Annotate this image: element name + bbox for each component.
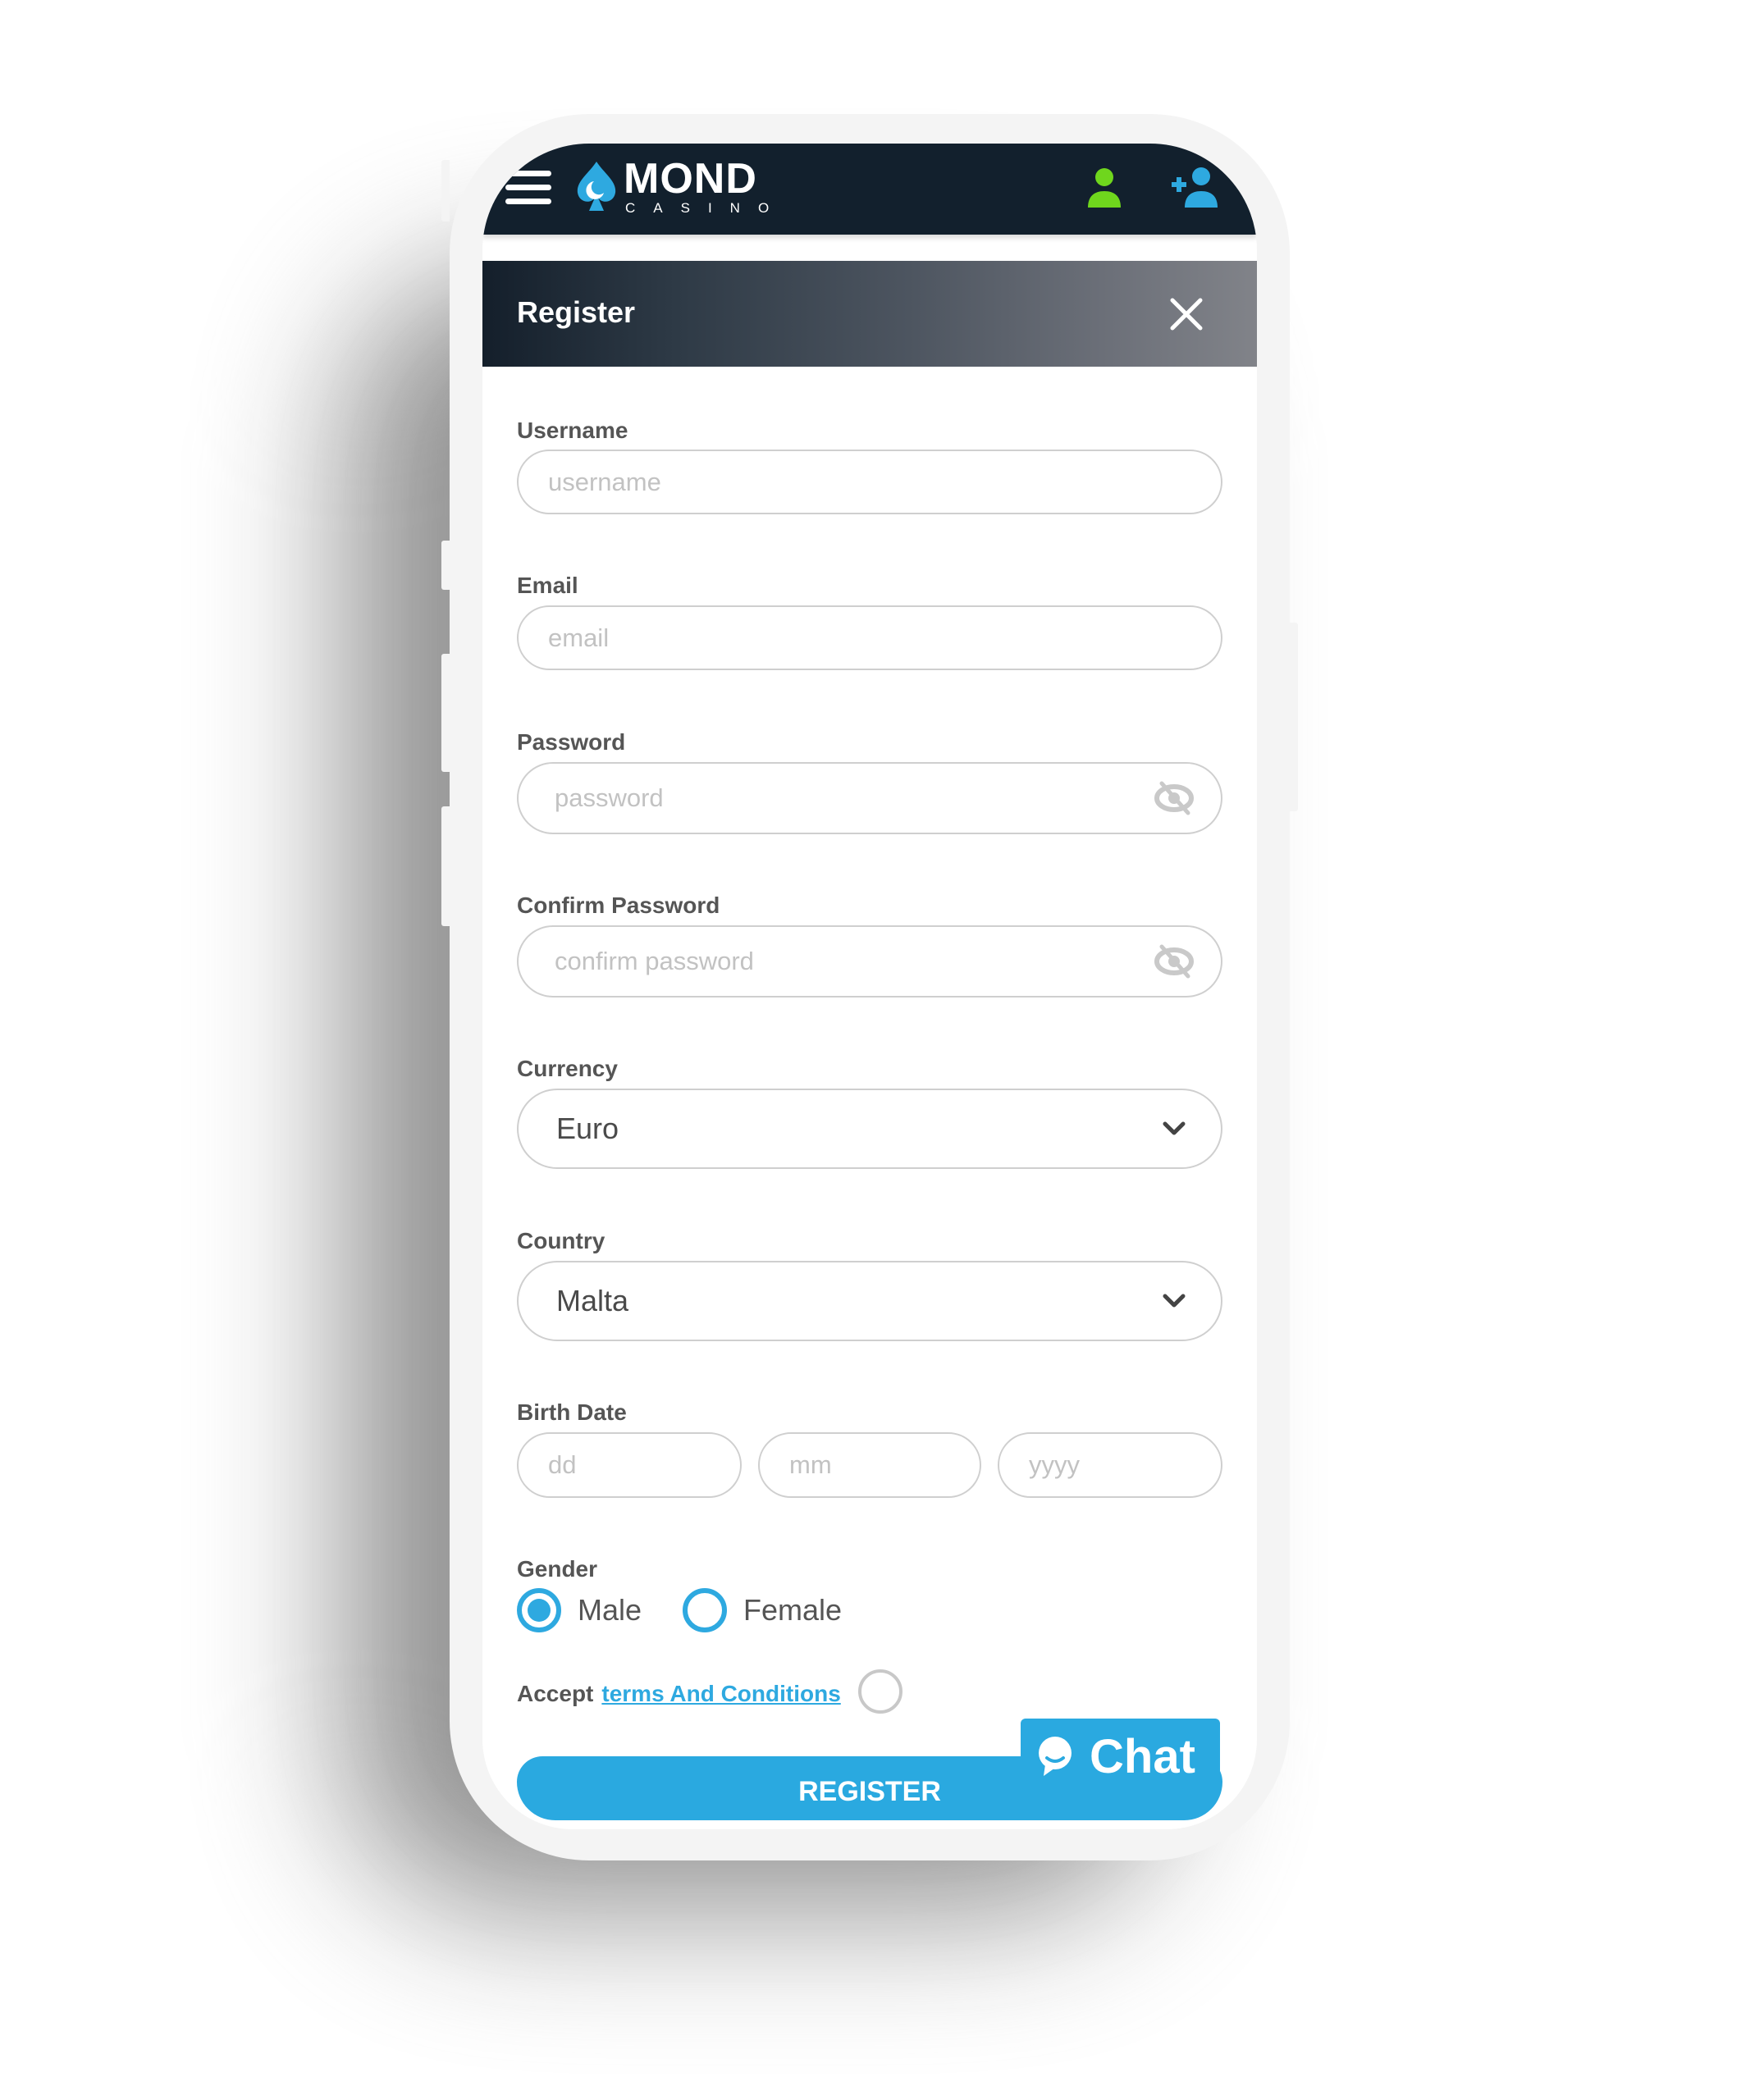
email-label: Email <box>517 573 578 598</box>
eye-slash-icon[interactable] <box>1154 780 1195 816</box>
username-placeholder: username <box>548 467 661 496</box>
phone-screen: MOND CASINO Register Username username E… <box>482 144 1257 1829</box>
confirm-password-input[interactable]: confirm password <box>517 925 1222 998</box>
currency-label: Currency <box>517 1056 618 1081</box>
phone-side-button <box>441 160 450 221</box>
birth-day-input[interactable]: dd <box>517 1432 742 1498</box>
country-label: Country <box>517 1228 605 1253</box>
confirm-password-label: Confirm Password <box>517 892 720 918</box>
chevron-down-icon <box>1163 1121 1186 1135</box>
hamburger-icon[interactable] <box>505 171 551 205</box>
register-label: REGISTER <box>798 1775 941 1807</box>
chevron-down-icon <box>1163 1294 1186 1308</box>
password-label: Password <box>517 729 626 755</box>
chat-button[interactable]: Chat <box>1021 1719 1220 1794</box>
gender-label: Gender <box>517 1556 598 1582</box>
phone-side-button <box>441 654 450 772</box>
phone-side-button <box>441 806 450 926</box>
password-input[interactable]: password <box>517 762 1222 834</box>
close-icon[interactable] <box>1168 295 1205 333</box>
terms-checkbox[interactable] <box>858 1669 902 1714</box>
accept-terms-row: Accept terms And Conditions <box>517 1681 841 1707</box>
password-placeholder: password <box>555 783 664 812</box>
email-input[interactable]: email <box>517 605 1222 670</box>
birth-month-input[interactable]: mm <box>758 1432 981 1498</box>
phone-side-button <box>1290 623 1298 811</box>
gender-male-label[interactable]: Male <box>578 1593 642 1628</box>
top-navbar: MOND CASINO <box>482 144 1257 235</box>
username-input[interactable]: username <box>517 450 1222 514</box>
birth-year-input[interactable]: yyyy <box>998 1432 1222 1498</box>
username-label: Username <box>517 418 628 443</box>
user-plus-icon[interactable] <box>1170 167 1219 209</box>
gender-male-radio[interactable] <box>517 1588 561 1632</box>
currency-select[interactable]: Euro <box>517 1089 1222 1169</box>
logo-text: MOND <box>624 155 757 203</box>
country-value: Malta <box>556 1284 629 1317</box>
currency-value: Euro <box>556 1112 619 1145</box>
confirm-password-placeholder: confirm password <box>555 947 754 975</box>
spade-moon-icon <box>577 162 616 211</box>
user-icon[interactable] <box>1085 167 1123 209</box>
accept-prefix: Accept <box>517 1681 594 1706</box>
phone-side-button <box>441 541 450 590</box>
register-modal-header: Register <box>482 261 1257 367</box>
eye-slash-icon[interactable] <box>1154 943 1195 979</box>
chat-label: Chat <box>1090 1729 1195 1783</box>
modal-title: Register <box>517 295 636 329</box>
country-select[interactable]: Malta <box>517 1261 1222 1341</box>
terms-link[interactable]: terms And Conditions <box>601 1681 840 1706</box>
email-placeholder: email <box>548 623 610 652</box>
birth-month-placeholder: mm <box>789 1450 832 1479</box>
birth-date-label: Birth Date <box>517 1399 627 1425</box>
chat-bubble-icon <box>1039 1737 1072 1776</box>
logo-subtext: CASINO <box>625 200 788 216</box>
birth-year-placeholder: yyyy <box>1029 1450 1080 1479</box>
mond-casino-logo[interactable]: MOND CASINO <box>574 155 771 221</box>
gender-female-radio[interactable] <box>683 1588 727 1632</box>
gender-female-label[interactable]: Female <box>743 1593 842 1628</box>
phone-frame: MOND CASINO Register Username username E… <box>441 114 1298 1860</box>
birth-day-placeholder: dd <box>548 1450 577 1479</box>
